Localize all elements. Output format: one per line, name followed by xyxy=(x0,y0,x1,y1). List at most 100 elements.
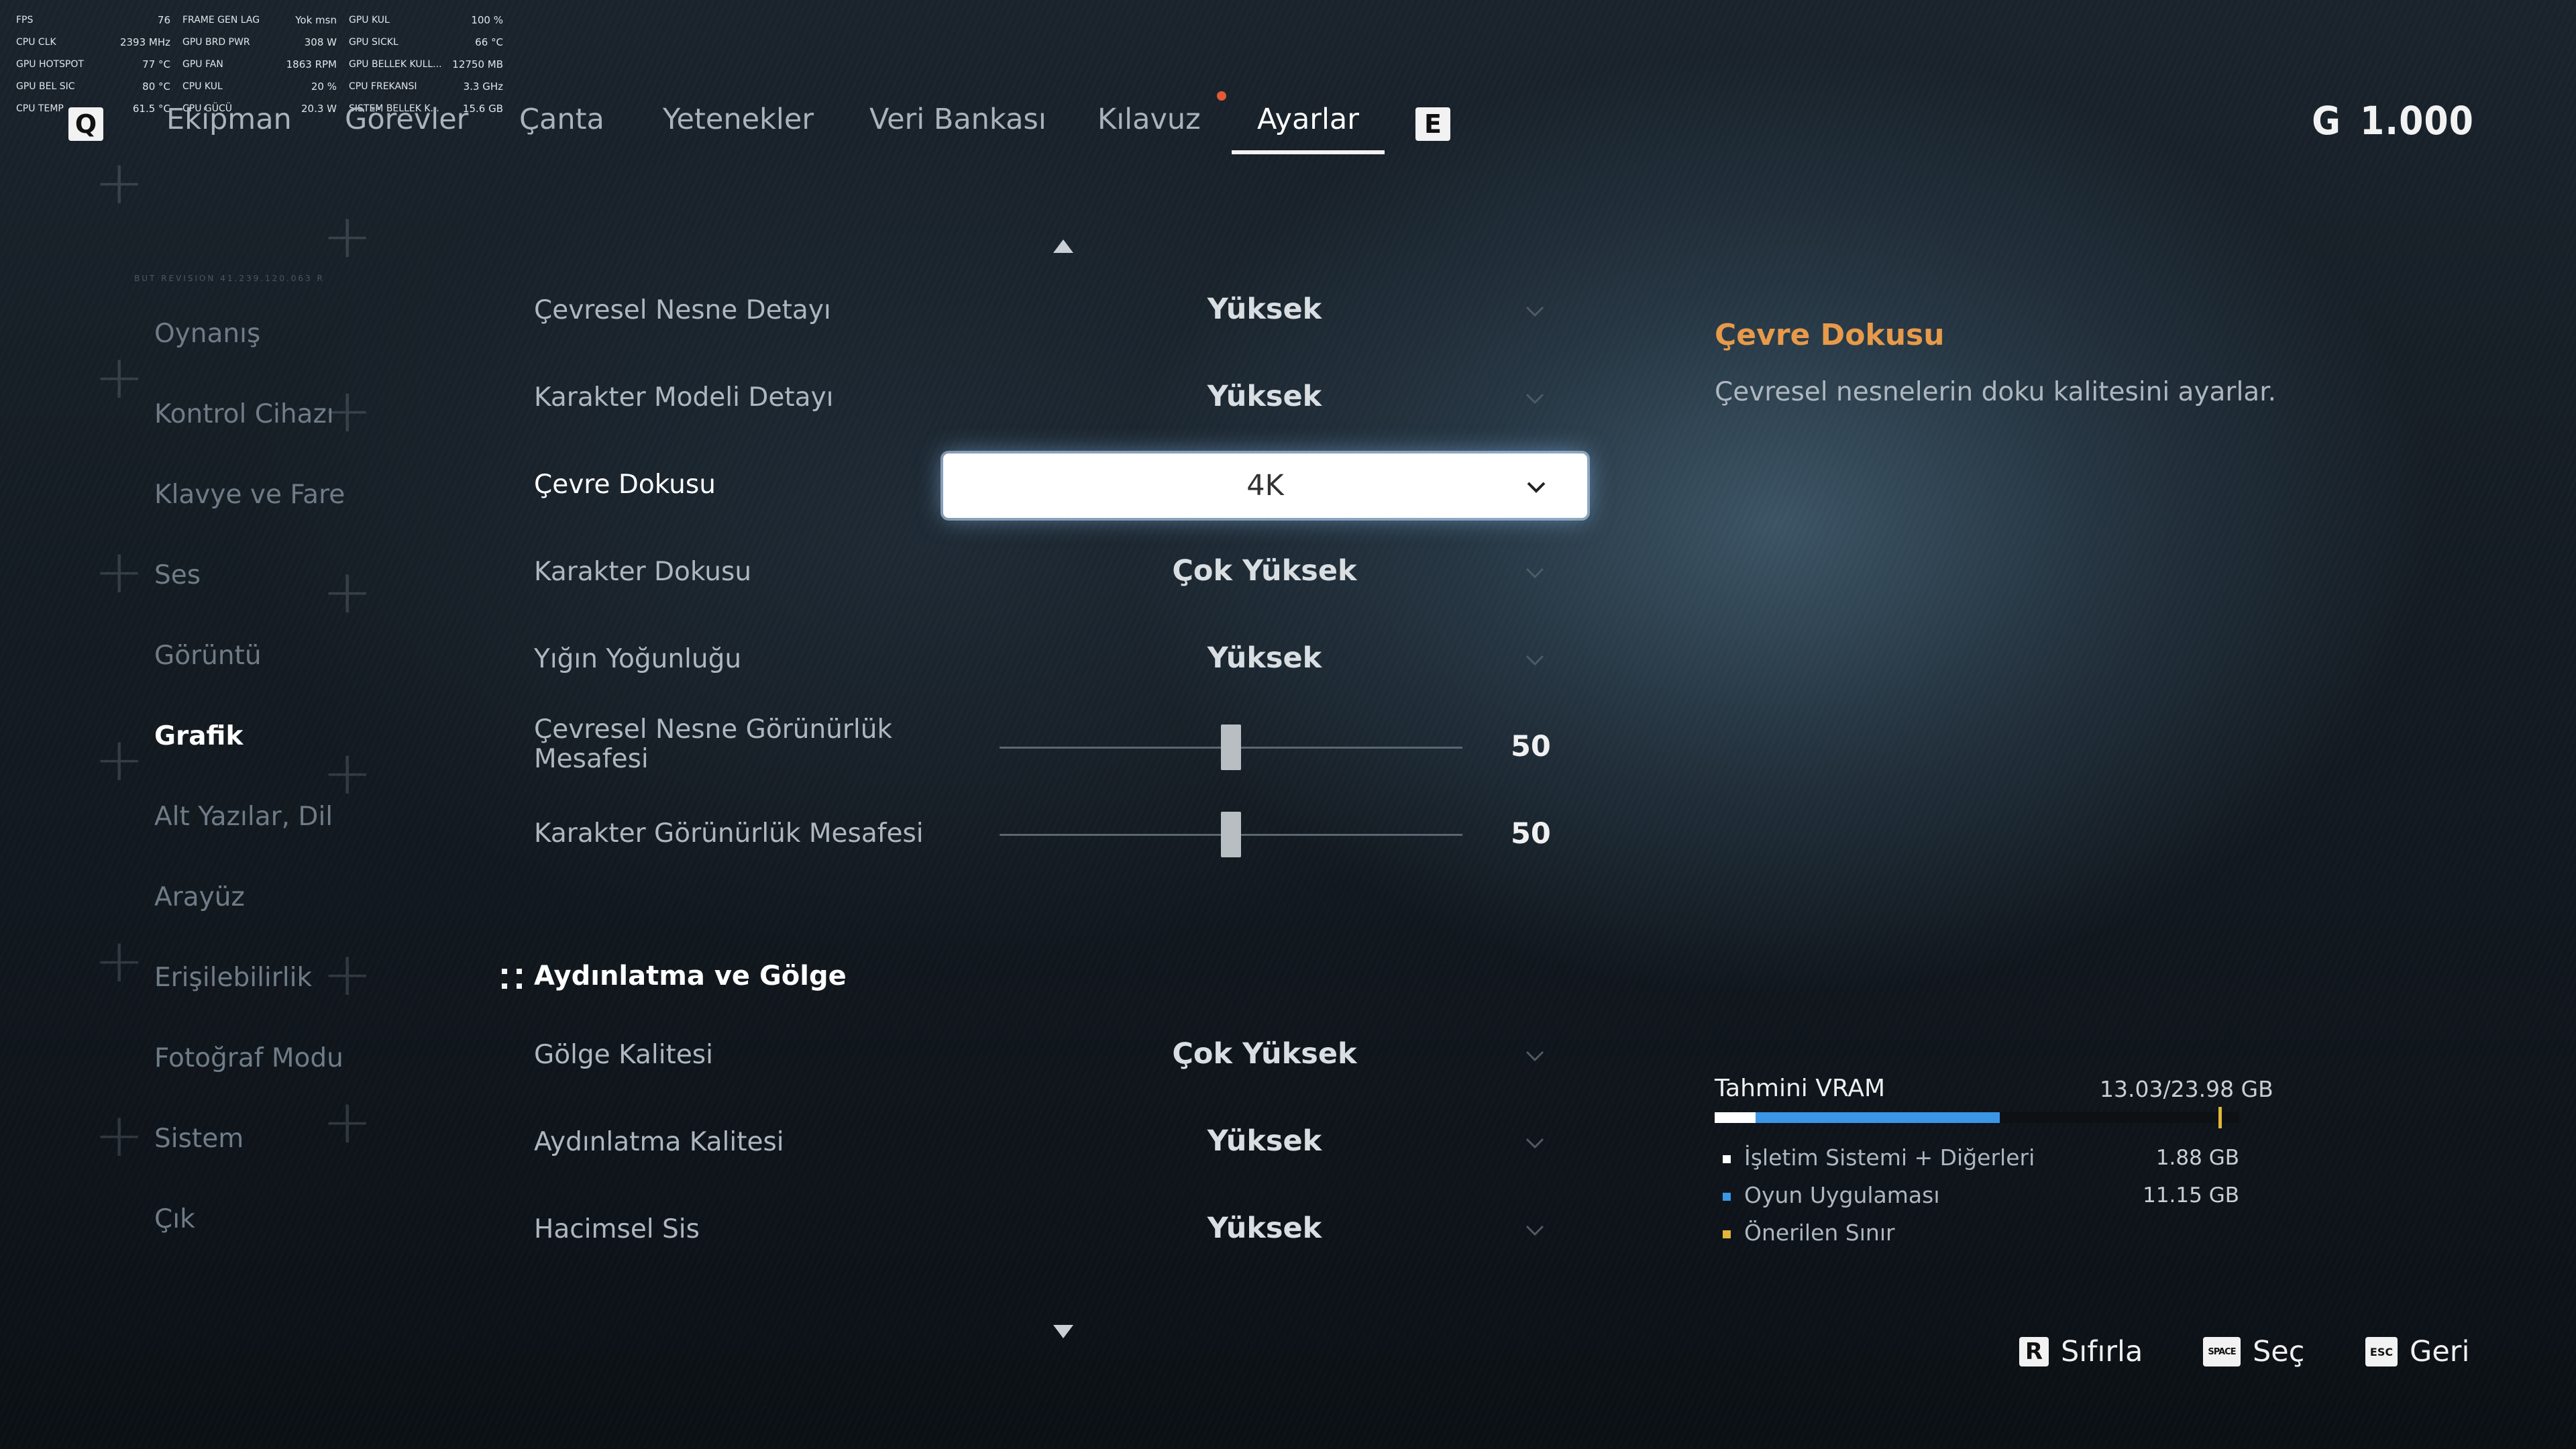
vram-legend-game-value: 11.15 GB xyxy=(2143,1183,2239,1208)
menu-item-klavye-ve-fare[interactable]: Klavye ve Fare xyxy=(154,480,345,510)
menu-item-cik[interactable]: Çık xyxy=(154,1204,195,1234)
perf-stat-label: FPS xyxy=(16,15,34,25)
scroll-up-icon[interactable] xyxy=(1053,239,1073,253)
perf-stat-value: 66 °C xyxy=(475,36,503,48)
chevron-down-icon[interactable] xyxy=(1523,648,1547,672)
perf-stat: GPU SICKL 66 °C xyxy=(349,32,515,54)
nesne-gorunurluk-slider-thumb[interactable] xyxy=(1221,724,1241,770)
tab-veri-bankasi[interactable]: Veri Bankası xyxy=(869,101,1046,154)
label-line-1: Çevresel Nesne Görünürlük xyxy=(534,714,893,745)
setting-label-nesne-gorunurluk: Çevresel Nesne Görünürlük Mesafesi xyxy=(534,715,892,774)
perf-stat-label: GPU FAN xyxy=(182,59,223,70)
select-button[interactable]: SPACE Seç xyxy=(2203,1335,2304,1368)
perf-stat-value: 20.3 W xyxy=(301,103,337,115)
perf-stat: GPU BELLEK KULL... 12750 MB xyxy=(349,54,515,76)
chevron-down-icon[interactable] xyxy=(1524,475,1548,499)
tab-kilavuz[interactable]: Kılavuz xyxy=(1097,101,1201,154)
perf-stat: CPU CLK 2393 MHz xyxy=(16,32,182,54)
perf-stat-label: GPU BRD PWR xyxy=(182,37,250,48)
setting-value-karakter-modeli-detayi[interactable]: Yüksek xyxy=(1114,380,1415,413)
menu-item-sistem[interactable]: Sistem xyxy=(154,1124,244,1154)
menu-item-erisilebilirlik[interactable]: Erişilebilirlik xyxy=(154,963,312,993)
menu-item-arayuz[interactable]: Arayüz xyxy=(154,882,245,912)
tab-ekipman[interactable]: Ekipman xyxy=(166,101,292,154)
menu-item-goruntu[interactable]: Görüntü xyxy=(154,641,262,671)
chevron-down-icon[interactable] xyxy=(1523,1218,1547,1242)
menu-item-kontrol-cihazi[interactable]: Kontrol Cihazı xyxy=(154,399,334,429)
chevron-down-icon[interactable] xyxy=(1523,299,1547,323)
prev-tab-key[interactable]: Q xyxy=(68,107,103,141)
vram-recommended-limit-marker xyxy=(2218,1107,2222,1128)
label-line-2: Mesafesi xyxy=(534,744,649,774)
perf-stat-label: FRAME GEN LAG xyxy=(182,15,260,25)
vram-title: Tahmini VRAM xyxy=(1715,1075,1886,1102)
setting-value-yigin-yogunlugu[interactable]: Yüksek xyxy=(1114,641,1415,675)
crosshair-decor-icon: + xyxy=(94,342,145,413)
currency-symbol: G xyxy=(2312,98,2341,144)
next-tab-key[interactable]: E xyxy=(1415,107,1450,141)
karakter-gorunurluk-slider-thumb[interactable] xyxy=(1221,812,1241,857)
perf-stat-label: GPU BEL SIC xyxy=(16,81,75,92)
chevron-down-icon[interactable] xyxy=(1523,561,1547,585)
vram-usage-bar xyxy=(1715,1107,2239,1128)
back-label: Geri xyxy=(2410,1335,2470,1368)
reset-button[interactable]: R Sıfırla xyxy=(2019,1335,2143,1368)
tab-gorevler[interactable]: Görevler xyxy=(345,101,468,154)
tab-yetenekler[interactable]: Yetenekler xyxy=(663,101,814,154)
r-key-icon: R xyxy=(2019,1337,2049,1366)
chevron-down-icon[interactable] xyxy=(1523,386,1547,411)
setting-label-karakter-modeli-detayi: Karakter Modeli Detayı xyxy=(534,382,834,413)
legend-label: Oyun Uygulaması xyxy=(1744,1182,1940,1208)
crosshair-decor-icon: + xyxy=(322,1087,373,1157)
crosshair-decor-icon: + xyxy=(94,926,145,996)
menu-item-fotograf-modu[interactable]: Fotoğraf Modu xyxy=(154,1043,343,1073)
crosshair-decor-icon: + xyxy=(322,939,373,1010)
legend-label: İşletim Sistemi + Diğerleri xyxy=(1744,1144,2035,1171)
crosshair-decor-icon: + xyxy=(94,724,145,795)
perf-stat: FPS 76 xyxy=(16,9,182,32)
perf-stat: CPU FREKANSI 3.3 GHz xyxy=(349,76,515,98)
perf-stat-value: 80 °C xyxy=(142,80,170,93)
setting-value-golge-kalitesi[interactable]: Çok Yüksek xyxy=(1114,1037,1415,1071)
scroll-down-icon[interactable] xyxy=(1053,1325,1073,1338)
notification-dot xyxy=(1217,91,1226,101)
tab-canta[interactable]: Çanta xyxy=(519,101,604,154)
perf-stat-label: GPU KUL xyxy=(349,15,390,25)
setting-label-karakter-gorunurluk: Karakter Görünürlük Mesafesi xyxy=(534,818,924,849)
chevron-down-icon[interactable] xyxy=(1523,1131,1547,1155)
crosshair-decor-icon: + xyxy=(94,1100,145,1171)
setting-value-aydinlatma-kalitesi[interactable]: Yüksek xyxy=(1114,1124,1415,1158)
menu-item-ses[interactable]: Ses xyxy=(154,560,201,590)
menu-item-alt-yazilar-dil[interactable]: Alt Yazılar, Dil xyxy=(154,802,333,832)
cevre-dokusu-dropdown[interactable]: 4K xyxy=(943,453,1587,518)
setting-label-golge-kalitesi: Gölge Kalitesi xyxy=(534,1040,713,1070)
back-button[interactable]: ESC Geri xyxy=(2365,1335,2469,1368)
perf-stat-value: 15.6 GB xyxy=(462,103,503,115)
chevron-down-icon[interactable] xyxy=(1523,1044,1547,1068)
crosshair-decor-icon: + xyxy=(94,148,145,218)
menu-item-grafik[interactable]: Grafik xyxy=(154,721,243,751)
dropdown-selected-value: 4K xyxy=(1246,469,1284,502)
perf-stat-value: 20 % xyxy=(311,80,337,93)
vram-total: 13.03/23.98 GB xyxy=(2100,1076,2273,1102)
crosshair-decor-icon: + xyxy=(322,738,373,808)
section-title-aydinlatma-golge: Aydınlatma ve Gölge xyxy=(534,961,847,991)
setting-value-hacimsel-sis[interactable]: Yüksek xyxy=(1114,1212,1415,1245)
setting-value-karakter-dokusu[interactable]: Çok Yüksek xyxy=(1114,554,1415,588)
setting-value-cevresel-nesne-detayi[interactable]: Yüksek xyxy=(1114,292,1415,326)
setting-label-aydinlatma-kalitesi: Aydınlatma Kalitesi xyxy=(534,1127,784,1157)
perf-stat-value: 61.5 °C xyxy=(132,103,170,115)
select-label: Seç xyxy=(2253,1335,2305,1368)
tab-ayarlar[interactable]: Ayarlar xyxy=(1232,101,1385,154)
vram-legend-limit: Önerilen Sınır xyxy=(1723,1220,1895,1246)
reset-label: Sıfırla xyxy=(2061,1335,2143,1368)
legend-swatch xyxy=(1723,1192,1731,1201)
perf-stat-value: 77 °C xyxy=(142,58,170,70)
revision-text: BUT REVISION 41.239.120.063 R xyxy=(134,274,325,283)
crosshair-decor-icon: + xyxy=(322,201,373,272)
setting-label-cevresel-nesne-detayi: Çevresel Nesne Detayı xyxy=(534,295,831,325)
menu-item-oynanis[interactable]: Oynanış xyxy=(154,319,260,349)
perf-stat-label: CPU KUL xyxy=(182,81,223,92)
vram-os-segment xyxy=(1715,1112,1756,1123)
perf-stat: CPU KUL 20 % xyxy=(182,76,349,98)
